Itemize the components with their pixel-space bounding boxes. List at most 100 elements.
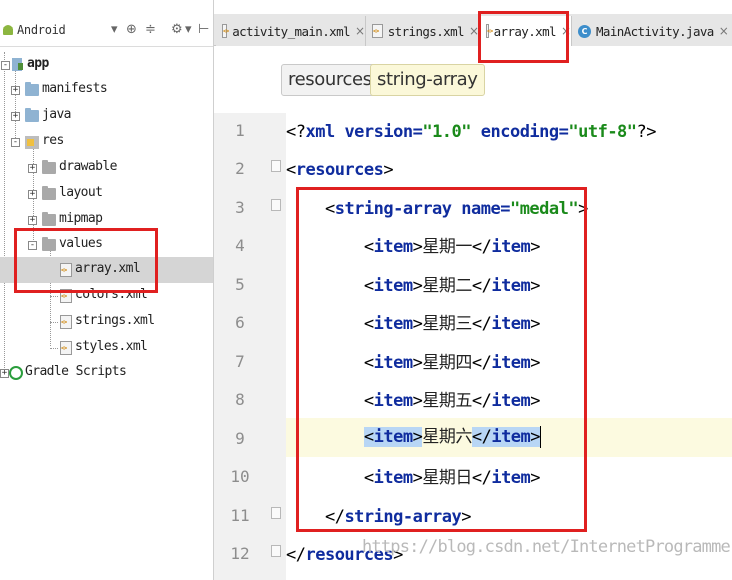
- tab-array-xml[interactable]: array.xml ×: [480, 16, 572, 46]
- tree-item-res[interactable]: - res: [0, 129, 213, 155]
- code-line-7: <item>星期四</item>: [363, 353, 541, 373]
- tab-strings-xml[interactable]: strings.xml ×: [366, 16, 480, 46]
- code-token: resources: [295, 160, 384, 180]
- collapse-toggle-icon[interactable]: -: [28, 241, 37, 250]
- code-line-9: <item>星期六</item>: [286, 418, 732, 457]
- module-folder-icon: [12, 58, 23, 71]
- code-token: version=: [334, 122, 423, 142]
- breadcrumb-resources[interactable]: resources: [281, 64, 379, 96]
- line-number: 10: [230, 467, 250, 486]
- code-token: item: [491, 237, 531, 257]
- target-icon[interactable]: ⊕: [126, 22, 137, 38]
- code-line-5: <item>星期二</item>: [363, 276, 541, 296]
- expand-toggle-icon[interactable]: +: [28, 190, 37, 199]
- tree-item-strings-xml[interactable]: strings.xml: [0, 309, 213, 335]
- watermark-text: https://blog.csdn.net/InternetProgrammer…: [362, 537, 732, 557]
- hide-panel-icon[interactable]: ⊢: [198, 22, 209, 38]
- code-token: item: [491, 353, 531, 373]
- code-token: <?: [286, 122, 306, 142]
- collapse-toggle-icon[interactable]: -: [11, 138, 20, 147]
- folder-icon: [42, 212, 56, 226]
- code-token: "utf-8": [568, 122, 637, 142]
- folder-icon: [42, 160, 56, 174]
- chevron-down-icon[interactable]: ▾: [185, 22, 192, 38]
- expand-toggle-icon[interactable]: +: [11, 112, 20, 121]
- line-number: 12: [230, 544, 250, 563]
- code-token: ?>: [636, 122, 657, 142]
- code-line-10: <item>星期日</item>: [363, 468, 541, 488]
- xml-file-icon: [222, 24, 228, 38]
- tab-activity-main-xml[interactable]: activity_main.xml ×: [216, 16, 366, 46]
- line-number: 5: [235, 275, 245, 294]
- resources-folder-icon: [25, 136, 39, 149]
- tab-label: MainActivity.java: [596, 23, 714, 39]
- code-line-1: <?xml version="1.0" encoding="utf-8"?>: [286, 113, 732, 152]
- xml-file-icon: [486, 24, 491, 38]
- expand-toggle-icon[interactable]: +: [11, 86, 20, 95]
- breadcrumb-string-array[interactable]: string-array: [370, 64, 485, 96]
- tree-item-app[interactable]: - app: [0, 52, 213, 78]
- gear-icon[interactable]: ⚙: [171, 22, 183, 38]
- close-icon[interactable]: ×: [469, 24, 479, 38]
- item-value: 星期四: [422, 353, 472, 373]
- view-selector-label: Android: [17, 23, 66, 37]
- tree-item-java[interactable]: + java: [0, 103, 213, 129]
- collapse-toggle-icon[interactable]: -: [1, 61, 10, 70]
- gradle-icon: [9, 366, 23, 380]
- editor-panel: activity_main.xml × strings.xml × array.…: [213, 0, 732, 580]
- tree-item-label: layout: [59, 185, 103, 200]
- tree-item-label: res: [42, 133, 64, 148]
- expand-toggle-icon[interactable]: +: [28, 216, 37, 225]
- item-value: 星期六: [422, 427, 472, 447]
- tree-item-drawable[interactable]: + drawable: [0, 155, 213, 181]
- fold-marker-icon[interactable]: [271, 199, 281, 211]
- code-token: item: [373, 468, 413, 488]
- code-token: item: [373, 391, 413, 411]
- dropdown-arrow-icon[interactable]: ▾: [111, 22, 118, 38]
- code-token: string-array: [344, 507, 462, 527]
- xml-file-icon: [60, 315, 72, 329]
- tree-item-label: values: [59, 236, 103, 251]
- item-value: 星期三: [422, 314, 472, 334]
- code-line-3: <string-array name="medal">: [324, 199, 588, 219]
- fold-marker-icon[interactable]: [271, 545, 281, 557]
- view-selector[interactable]: Android: [0, 14, 66, 46]
- code-line-4: <item>星期一</item>: [363, 237, 541, 257]
- tree-item-colors-xml[interactable]: colors.xml: [0, 283, 213, 309]
- tree-item-label: mipmap: [59, 211, 103, 226]
- tree-item-manifests[interactable]: + manifests: [0, 77, 213, 103]
- xml-file-icon: [60, 341, 72, 355]
- tree-item-gradle-scripts[interactable]: + Gradle Scripts: [0, 360, 213, 386]
- code-line-6: <item>星期三</item>: [363, 314, 541, 334]
- tree-item-mipmap[interactable]: + mipmap: [0, 207, 213, 233]
- tree-item-values[interactable]: - values: [0, 232, 213, 258]
- line-number: 2: [235, 159, 245, 178]
- code-token: "medal": [509, 199, 579, 219]
- code-editor[interactable]: <?xml version="1.0" encoding="utf-8"?> <…: [286, 113, 732, 580]
- fold-marker-icon[interactable]: [271, 160, 281, 172]
- code-line-2: <resources>: [286, 160, 394, 180]
- expand-toggle-icon[interactable]: +: [28, 164, 37, 173]
- tree-item-layout[interactable]: + layout: [0, 181, 213, 207]
- xml-file-icon: [60, 263, 72, 277]
- fold-marker-icon[interactable]: [271, 507, 281, 519]
- expand-toggle-icon[interactable]: +: [0, 369, 9, 378]
- close-icon[interactable]: ×: [561, 24, 571, 38]
- line-number: 1: [235, 121, 245, 140]
- code-token: item: [373, 237, 413, 257]
- line-number: 4: [235, 236, 245, 255]
- close-icon[interactable]: ×: [355, 24, 365, 38]
- code-line-11: </string-array>: [324, 507, 472, 527]
- tab-mainactivity-java[interactable]: C MainActivity.java ×: [572, 16, 732, 46]
- folder-icon: [25, 108, 39, 122]
- tree-item-label: array.xml: [75, 261, 141, 276]
- line-number: 3: [235, 198, 245, 217]
- tree-item-styles-xml[interactable]: styles.xml: [0, 335, 213, 361]
- editor-tab-bar: activity_main.xml × strings.xml × array.…: [214, 14, 732, 46]
- line-number: 8: [235, 390, 245, 409]
- collapse-icon[interactable]: ≑: [145, 22, 156, 38]
- close-icon[interactable]: ×: [719, 24, 729, 38]
- item-value: 星期五: [422, 391, 472, 411]
- code-token: item: [491, 427, 531, 447]
- tree-item-array-xml[interactable]: array.xml: [0, 257, 213, 283]
